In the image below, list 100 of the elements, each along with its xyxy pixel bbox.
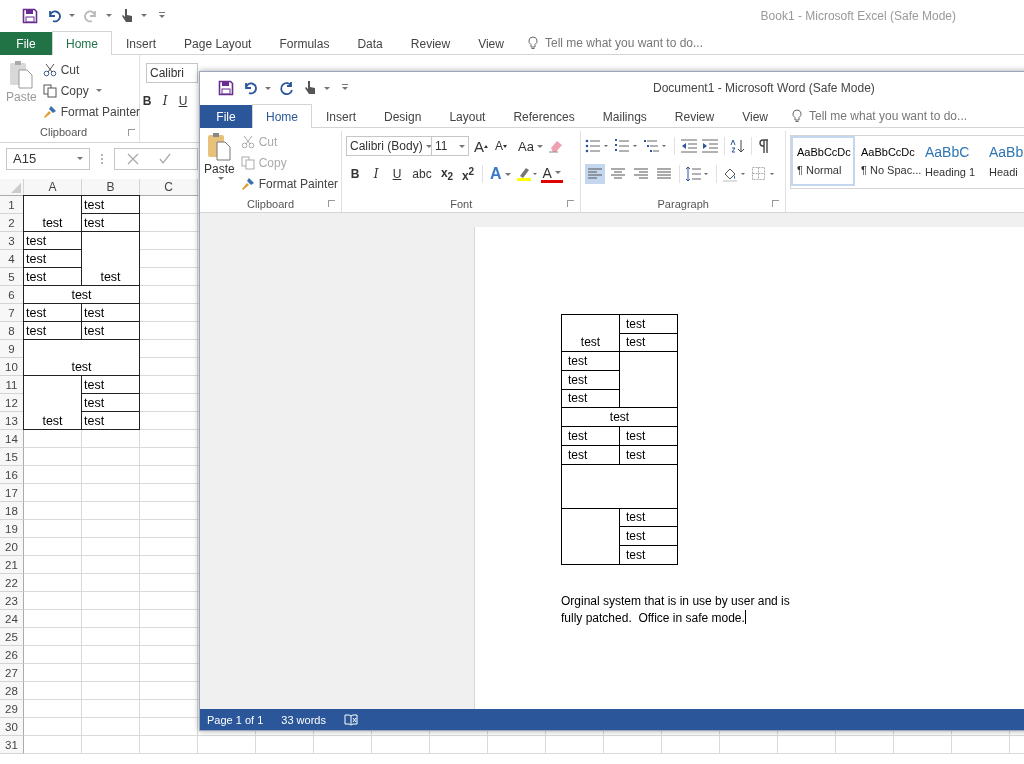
row-header[interactable]: 21 [0,556,24,574]
hand-icon[interactable] [120,6,134,25]
font-name-field[interactable]: Calibri (Body) [346,136,432,156]
row-header[interactable]: 29 [0,700,24,718]
row-header[interactable]: 1 [0,196,24,214]
ribbon-tab[interactable]: Mailings [588,105,661,128]
format-button[interactable]: I [158,91,172,111]
row-header[interactable]: 8 [0,322,24,340]
row-header[interactable]: 13 [0,412,24,430]
format-button[interactable]: U [388,164,406,184]
row-header[interactable]: 6 [0,286,24,304]
caret-icon[interactable] [324,86,330,90]
row-header[interactable]: 9 [0,340,24,358]
proofing-icon[interactable] [343,713,358,726]
row-header[interactable]: 7 [0,304,24,322]
row-header[interactable]: 3 [0,232,24,250]
grow-font-button[interactable]: A [472,137,490,155]
sort-icon[interactable] [730,138,747,154]
hand-icon[interactable] [303,79,317,97]
name-box[interactable]: A15 [6,147,90,170]
style-item[interactable]: AaBbC Heading 1 [919,136,983,186]
ribbon-tab[interactable]: Layout [435,105,500,128]
ribbon-tab[interactable]: Formulas [265,32,344,55]
row-header[interactable]: 14 [0,430,24,448]
font-color-button[interactable]: A [540,165,563,183]
row-header[interactable]: 19 [0,520,24,538]
row-header[interactable]: 11 [0,376,24,394]
row-header[interactable]: 25 [0,628,24,646]
ribbon-tab[interactable]: Home [252,104,312,128]
dialog-launcher-icon[interactable] [567,200,575,207]
formula-field[interactable] [114,147,198,170]
row-header[interactable]: 10 [0,358,24,376]
format-button[interactable]: abc [409,164,435,184]
column-header[interactable]: C [140,179,198,196]
font-name-field[interactable]: Calibri [146,63,198,83]
style-item[interactable]: AaBb Headi [983,136,1024,186]
save-icon[interactable] [22,7,38,24]
ribbon-tab[interactable]: View [728,105,782,128]
ribbon-tab[interactable]: Insert [312,105,371,128]
undo-icon[interactable] [242,80,258,96]
row-header[interactable]: 15 [0,448,24,466]
ribbon-tab[interactable]: Page Layout [170,32,266,55]
pilcrow-icon[interactable] [757,138,770,154]
customize-icon[interactable] [159,11,165,20]
change-case-button[interactable]: Aa [516,138,545,154]
format-button[interactable]: B [140,91,154,111]
row-header[interactable]: 17 [0,484,24,502]
row-header[interactable]: 2 [0,214,24,232]
text-effects-button[interactable]: A [488,165,513,183]
dialog-launcher-icon[interactable] [128,129,135,136]
ribbon-tab[interactable]: Data [343,32,397,55]
caret-icon[interactable] [69,14,75,17]
format-button[interactable]: U [176,91,190,111]
align-left-button[interactable] [585,164,606,184]
customize-icon[interactable] [342,84,348,92]
row-header[interactable]: 12 [0,394,24,412]
caret-icon[interactable] [95,89,102,92]
ribbon-tab[interactable]: Review [660,105,729,128]
save-icon[interactable] [218,80,234,96]
tell-me-field[interactable]: Tell me what you want to do... [791,105,1011,127]
format-button[interactable]: x$^{2}$ [459,164,477,184]
row-header[interactable]: 5 [0,268,24,286]
row-header[interactable]: 31 [0,736,24,754]
dialog-launcher-icon[interactable] [772,200,779,207]
row-header[interactable]: 4 [0,250,24,268]
row-header[interactable]: 27 [0,664,24,682]
format-button[interactable]: x$_{2}$ [438,164,456,184]
copy-button[interactable]: Copy [40,80,143,101]
row-header[interactable]: 16 [0,466,24,484]
painter-button[interactable]: Format Painter [238,173,341,194]
ribbon-tab[interactable]: Review [396,32,465,55]
style-item[interactable]: AaBbCcDc ¶ Normal [791,136,855,186]
format-button[interactable]: B [346,164,364,184]
dialog-launcher-icon[interactable] [328,200,335,207]
cut-button[interactable]: Cut [40,59,143,80]
row-header[interactable]: 23 [0,592,24,610]
row-header[interactable]: 24 [0,610,24,628]
cancel-icon[interactable] [127,152,139,165]
page-count[interactable]: Page 1 of 1 [207,713,264,726]
ribbon-tab[interactable]: References [499,105,589,128]
row-header[interactable]: 26 [0,646,24,664]
repeat-icon[interactable] [279,80,295,96]
row-header[interactable]: 28 [0,682,24,700]
check-icon[interactable] [159,152,171,165]
ribbon-tab[interactable]: View [464,32,518,55]
ribbon-tab[interactable]: Design [370,105,436,128]
word-count[interactable]: 33 words [281,713,326,726]
caret-icon[interactable] [265,86,271,90]
format-button[interactable]: I [367,164,385,184]
ribbon-tab[interactable]: Home [52,31,112,55]
shrink-font-button[interactable]: A [493,139,510,153]
row-header[interactable]: 30 [0,718,24,736]
style-item[interactable]: AaBbCcDc ¶ No Spac... [855,136,919,186]
row-header[interactable]: 18 [0,502,24,520]
font-size-field[interactable]: 11 [431,136,469,156]
increase-indent-icon[interactable] [701,138,720,154]
caret-icon[interactable] [106,14,112,17]
highlighter-icon[interactable] [515,166,538,182]
row-header[interactable]: 20 [0,538,24,556]
painter-button[interactable]: Format Painter [40,101,143,122]
